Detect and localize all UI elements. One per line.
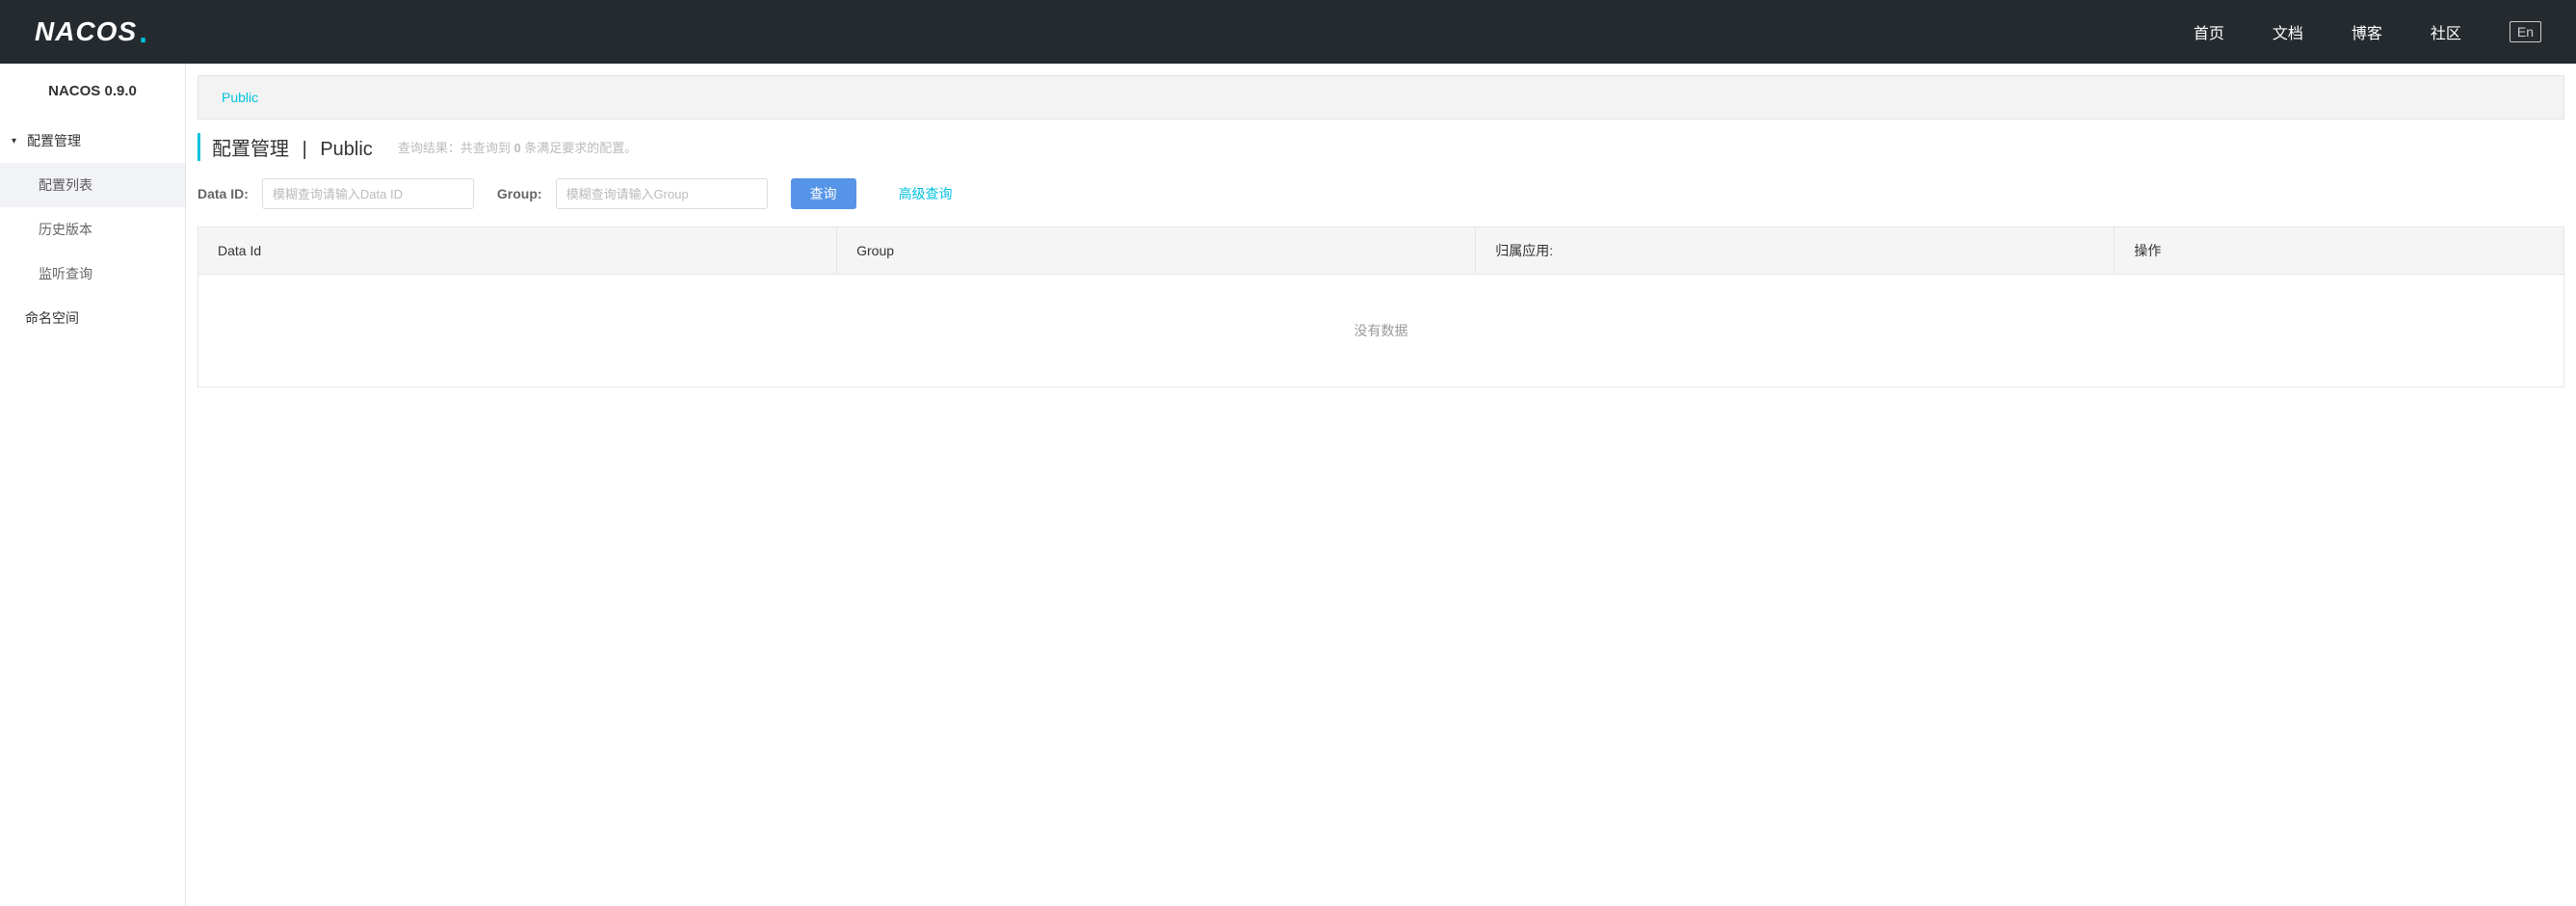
nav-docs[interactable]: 文档 <box>2273 20 2303 43</box>
namespace-tabs: Public <box>197 75 2564 120</box>
nav-community[interactable]: 社区 <box>2431 20 2461 43</box>
group-input[interactable] <box>556 178 768 209</box>
sidebar-subitem-listener[interactable]: 监听查询 <box>0 252 185 296</box>
query-button[interactable]: 查询 <box>791 178 856 209</box>
page-title-sep: | <box>302 139 307 160</box>
page-title: 配置管理 | Public <box>212 133 373 161</box>
logo[interactable]: NACOS . <box>35 14 147 50</box>
page-title-sub: Public <box>320 139 372 160</box>
nav-home[interactable]: 首页 <box>2194 20 2224 43</box>
nav-blog[interactable]: 博客 <box>2352 20 2382 43</box>
sidebar-subitem-config-list[interactable]: 配置列表 <box>0 163 185 207</box>
logo-dot: . <box>139 14 147 50</box>
sidebar-title: NACOS 0.9.0 <box>0 64 185 119</box>
sidebar-item-namespace[interactable]: 命名空间 <box>0 296 185 340</box>
sidebar-item-label: 配置管理 <box>27 131 81 150</box>
col-dataid: Data Id <box>198 227 837 275</box>
main-content: Public 配置管理 | Public 查询结果：共查询到 0 条满足要求的配… <box>186 64 2576 906</box>
search-row: Data ID: Group: 查询 高级查询 <box>197 178 2564 209</box>
logo-text: NACOS <box>35 16 137 47</box>
advanced-query-link[interactable]: 高级查询 <box>899 184 953 203</box>
dataid-input[interactable] <box>262 178 474 209</box>
body-wrap: NACOS 0.9.0 配置管理 配置列表 历史版本 监听查询 命名空间 Pub… <box>0 64 2576 906</box>
page-title-main: 配置管理 <box>212 139 289 160</box>
dataid-label: Data ID: <box>197 186 249 201</box>
query-result-hint: 查询结果：共查询到 0 条满足要求的配置。 <box>398 138 637 156</box>
page-title-row: 配置管理 | Public 查询结果：共查询到 0 条满足要求的配置。 <box>197 133 2564 161</box>
col-op: 操作 <box>2115 227 2564 275</box>
empty-text: 没有数据 <box>198 275 2564 387</box>
top-nav: 首页 文档 博客 社区 En <box>2194 20 2541 43</box>
group-label: Group: <box>497 186 542 201</box>
col-app: 归属应用: <box>1476 227 2115 275</box>
sidebar: NACOS 0.9.0 配置管理 配置列表 历史版本 监听查询 命名空间 <box>0 64 186 906</box>
col-group: Group <box>837 227 1476 275</box>
sidebar-subitem-history[interactable]: 历史版本 <box>0 207 185 252</box>
tab-public[interactable]: Public <box>198 76 281 119</box>
sidebar-item-config[interactable]: 配置管理 <box>0 119 185 163</box>
empty-row: 没有数据 <box>198 275 2564 387</box>
lang-switch-button[interactable]: En <box>2510 21 2541 42</box>
config-table: Data Id Group 归属应用: 操作 没有数据 <box>197 226 2564 387</box>
app-header: NACOS . 首页 文档 博客 社区 En <box>0 0 2576 64</box>
